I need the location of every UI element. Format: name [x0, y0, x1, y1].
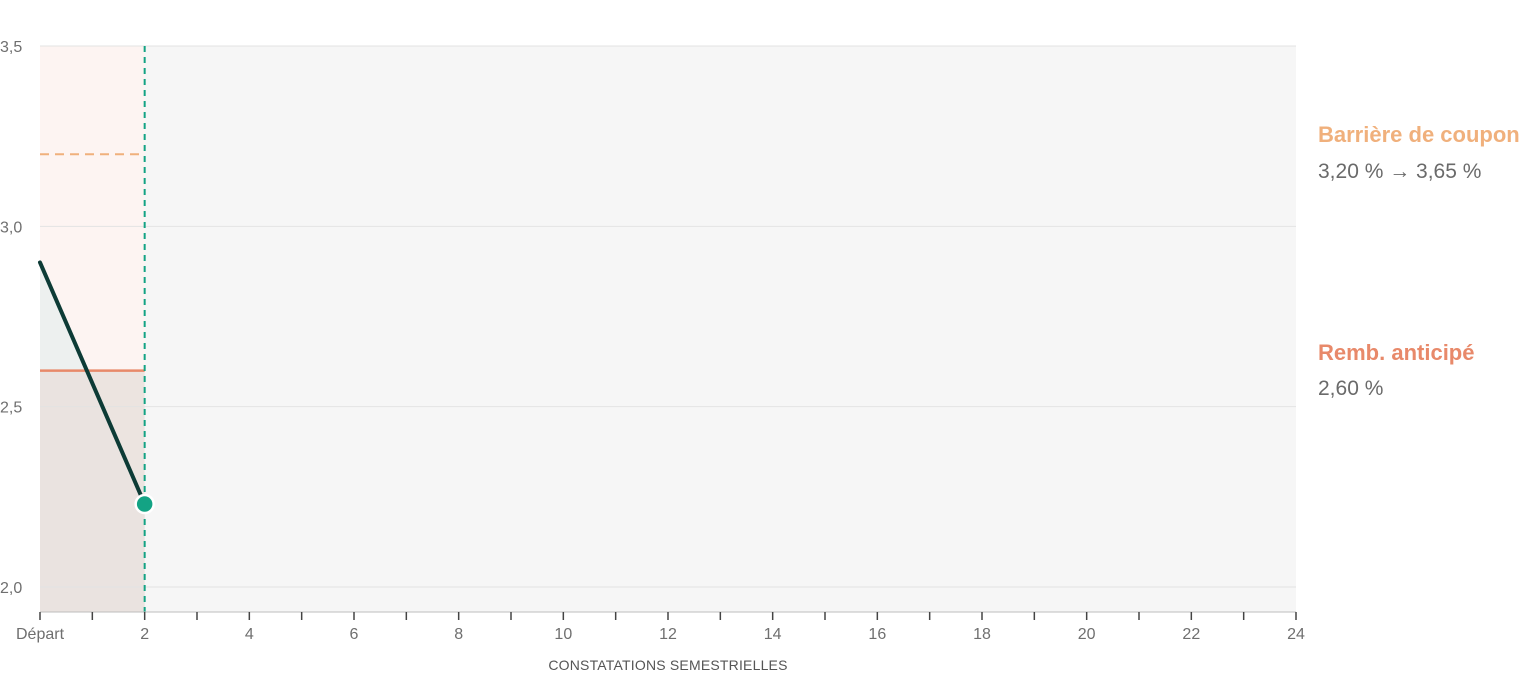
x-tick-label: 8 [454, 626, 463, 643]
x-tick-label: 14 [764, 626, 782, 643]
x-tick-label: 18 [973, 626, 991, 643]
current-point [134, 493, 155, 515]
x-tick-label: 2 [140, 626, 149, 643]
x-axis: Départ 2 4 6 8 10 12 14 16 18 20 22 24 [16, 611, 1305, 643]
coupon-barrier-title: Barrière de coupon [1318, 122, 1520, 147]
x-tick-label: 16 [868, 626, 886, 643]
y-tick-label: 2,0 [0, 580, 22, 597]
x-tick-label: 10 [554, 626, 572, 643]
plot-area [40, 46, 1296, 612]
x-tick-label: 12 [659, 626, 677, 643]
x-tick-label: 22 [1182, 626, 1200, 643]
elapsed-zone [40, 46, 145, 612]
plot-background [40, 46, 1296, 612]
x-tick-label: 20 [1078, 626, 1096, 643]
y-tick-label: 3,5 [0, 39, 22, 56]
x-tick-label: 4 [245, 626, 254, 643]
x-tick-label: 6 [350, 626, 359, 643]
autocall-barrier-title: Remb. anticipé [1318, 340, 1475, 365]
x-tick-label: 24 [1287, 626, 1305, 643]
chart: Départ 2 4 6 8 10 12 14 16 18 20 22 24 2,02,53,03,5 … [0, 39, 1305, 673]
y-tick-label: 3,0 [0, 219, 22, 236]
x-tick-label: Départ [16, 626, 65, 643]
y-axis: 2,0 2,5 3,0 3,5 [0, 39, 22, 597]
autocall-barrier-value: 2,60 % [1318, 377, 1384, 400]
y-tick-label: 2,5 [0, 400, 22, 417]
x-axis-title: CONSTATATIONS SEMESTRIELLES [548, 657, 787, 673]
coupon-barrier-value: 3,20 % → 3,65 % [1318, 160, 1482, 183]
